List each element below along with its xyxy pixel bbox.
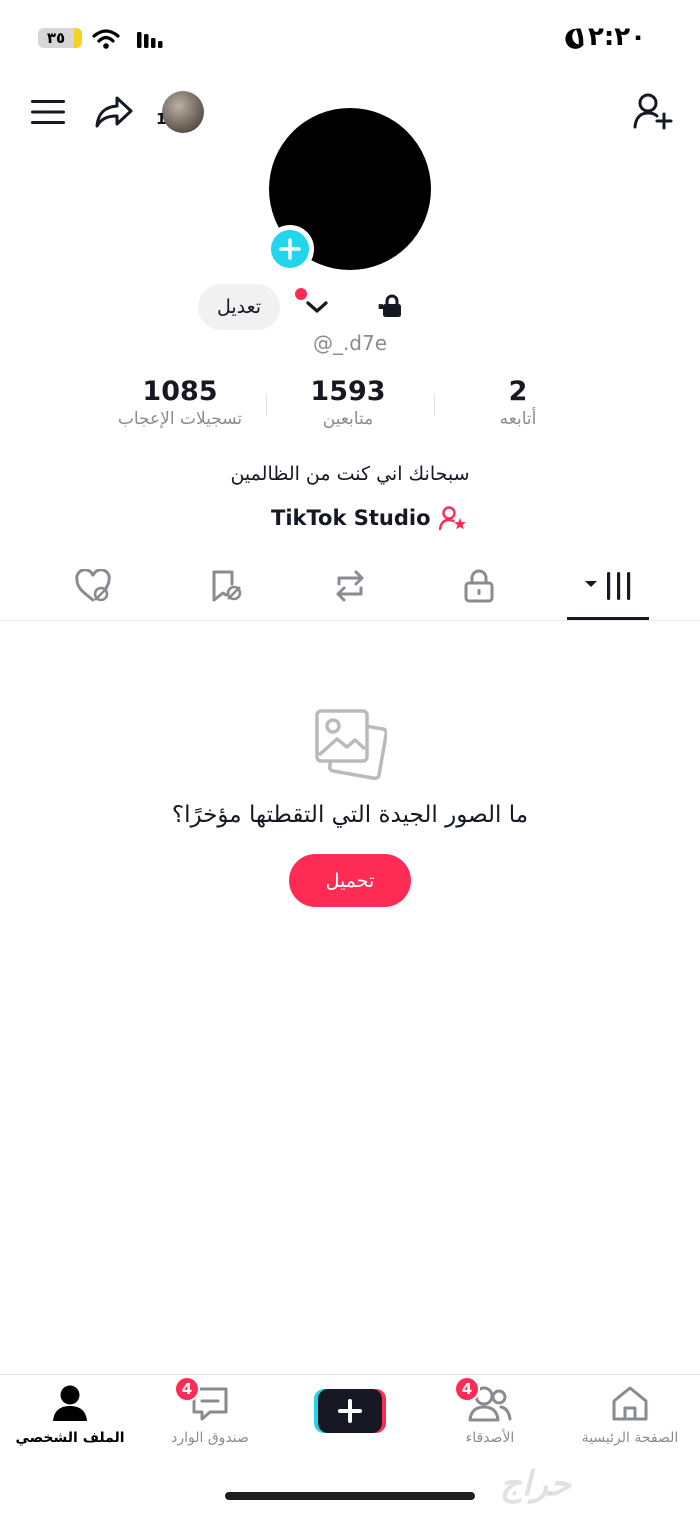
account-dropdown-button[interactable] [300, 292, 334, 322]
empty-state-title: ما الصور الجيدة التي التقطتها مؤخرًا؟ [171, 802, 529, 828]
photos-icon [315, 709, 387, 781]
lock-icon [464, 569, 494, 603]
repost-icon [336, 570, 364, 602]
tab-favorites[interactable] [200, 566, 250, 606]
chevron-down-icon [306, 301, 328, 313]
username-handle: @_.d7e [312, 331, 388, 355]
upload-button-label: تحميل [325, 869, 375, 892]
tab-private[interactable] [454, 566, 504, 606]
likes-label: تسجيلات الإعجاب [117, 409, 243, 429]
create-button[interactable] [314, 1387, 386, 1435]
likes-count: 1085 [142, 376, 218, 407]
nav-friends[interactable]: 4 الأصدقاء [420, 1376, 560, 1456]
upload-button[interactable]: تحميل [289, 854, 411, 907]
nav-profile[interactable]: الملف الشخصي [0, 1376, 140, 1456]
tab-reposts[interactable] [325, 566, 375, 606]
following-stat[interactable]: 2 أتابعه [438, 376, 598, 429]
profile-bio: سبحانك اني كنت من الظالمين [230, 463, 470, 485]
inbox-badge: 4 [174, 1376, 200, 1402]
nav-inbox-label: صندوق الوارد [171, 1430, 249, 1446]
hamburger-icon [31, 100, 65, 124]
tabs-divider [0, 620, 700, 621]
active-tab-indicator [567, 617, 649, 620]
private-lock-icon [383, 294, 401, 317]
following-count: 2 [508, 376, 528, 407]
nav-inbox[interactable]: 4 صندوق الوارد [140, 1376, 280, 1456]
share-button[interactable] [92, 90, 136, 134]
account-switcher-avatar[interactable] [162, 91, 204, 133]
grid-videos-icon [585, 572, 631, 600]
battery-level: ٣٥ [46, 29, 66, 47]
tab-liked[interactable] [68, 566, 118, 606]
wifi-icon [92, 29, 120, 49]
signal-icon [137, 32, 163, 48]
bookmark-hidden-icon [212, 570, 242, 602]
edit-profile-button[interactable]: تعديل [198, 284, 280, 330]
heart-hidden-icon [75, 569, 111, 602]
tiktok-studio-link[interactable]: TikTok Studio [271, 505, 467, 531]
friends-badge: 4 [454, 1376, 480, 1402]
moon-icon [565, 28, 584, 49]
account-notification-count: 1 [156, 110, 167, 128]
home-icon [612, 1386, 648, 1421]
nav-home-label: الصفحة الرئيسية [581, 1430, 679, 1446]
edit-profile-label: تعديل [216, 296, 262, 318]
add-avatar-button[interactable] [266, 225, 314, 273]
profile-person-icon [53, 1385, 87, 1421]
bottom-nav-divider [0, 1374, 700, 1375]
home-indicator[interactable] [225, 1492, 475, 1500]
tab-videos[interactable] [580, 566, 636, 606]
followers-stat[interactable]: 1593 متابعين [268, 376, 428, 429]
battery-indicator: ٣٥ [38, 28, 82, 48]
plus-icon [279, 238, 301, 260]
followers-count: 1593 [310, 376, 386, 407]
watermark-logo: حراج [500, 1464, 572, 1504]
create-plus-icon [314, 1389, 386, 1433]
stat-divider [434, 394, 435, 416]
likes-stat[interactable]: 1085 تسجيلات الإعجاب [100, 376, 260, 429]
following-label: أتابعه [499, 409, 537, 429]
stat-divider [266, 394, 267, 416]
add-user-icon [633, 93, 673, 130]
nav-friends-label: الأصدقاء [465, 1430, 515, 1446]
followers-label: متابعين [322, 409, 374, 429]
menu-button[interactable] [28, 92, 68, 132]
tiktok-studio-label: TikTok Studio [271, 506, 431, 530]
share-arrow-icon [95, 96, 133, 128]
creator-star-icon [438, 506, 466, 531]
nav-profile-label: الملف الشخصي [15, 1430, 125, 1446]
add-friend-button[interactable] [630, 90, 676, 132]
nav-home[interactable]: الصفحة الرئيسية [560, 1376, 700, 1456]
